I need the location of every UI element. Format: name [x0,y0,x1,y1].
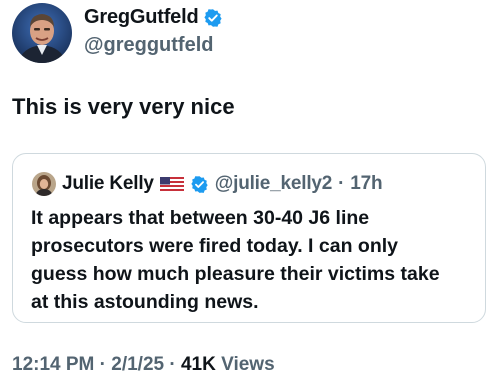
meta-separator: · [338,173,345,194]
meta-separator: · [169,354,176,372]
quoted-tweet-header: Julie Kelly @julie_kelly2 · 17h [32,172,383,196]
quoted-tweet-age: 17h [350,173,383,194]
tweet-text: This is very very nice [12,94,235,119]
verified-badge-icon [203,8,223,28]
verified-badge-icon [190,175,209,194]
tweet-footer-meta: 12:14 PM · 2/1/25 · 41K Views [12,354,275,372]
quoted-author-name[interactable]: Julie Kelly [62,173,154,195]
tweet-time[interactable]: 12:14 PM [12,354,94,372]
quoted-text-line: prosecutors were fired today. I can only [31,235,398,257]
author-name-row: GregGutfeld [84,6,223,29]
quoted-author-avatar[interactable] [32,172,56,196]
quoted-tweet-card[interactable]: Julie Kelly @julie_kelly2 · 17h It appea… [12,153,486,323]
quoted-text-line: at this astounding news. [31,291,259,313]
tweet-date[interactable]: 2/1/25 [111,354,164,372]
quoted-text-line: guess how much pleasure their victims ta… [31,263,440,285]
tweet-screenshot: GregGutfeld @greggutfeld This is very ve… [0,0,500,372]
quoted-tweet-text: It appears that between 30-40 J6 line pr… [31,204,481,316]
views-count: 41K [180,354,216,372]
quoted-text-line: It appears that between 30-40 J6 line [31,207,370,229]
author-avatar[interactable] [12,3,72,63]
views-label: Views [221,354,275,372]
us-flag-icon [159,177,184,191]
author-display-name[interactable]: GregGutfeld [84,6,199,29]
author-handle[interactable]: @greggutfeld [84,34,214,57]
meta-separator: · [99,354,106,372]
quoted-author-handle[interactable]: @julie_kelly2 [215,173,333,195]
